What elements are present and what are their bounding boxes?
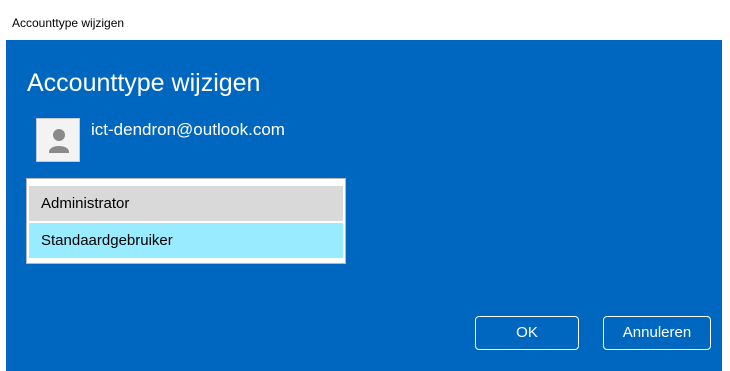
account-type-listbox[interactable]: Administrator Standaardgebruiker: [26, 178, 346, 264]
ok-button[interactable]: OK: [475, 316, 579, 350]
title-bar[interactable]: Accounttype wijzigen: [6, 6, 722, 40]
dialog-content: Accounttype wijzigen ict-dendron@outlook…: [6, 40, 722, 371]
window-title: Accounttype wijzigen: [12, 16, 125, 30]
cancel-button[interactable]: Annuleren: [603, 316, 711, 350]
option-standard-user[interactable]: Standaardgebruiker: [29, 223, 343, 258]
option-administrator[interactable]: Administrator: [29, 186, 343, 221]
dialog-heading: Accounttype wijzigen: [27, 69, 261, 97]
change-account-type-window: Accounttype wijzigen Accounttype wijzige…: [0, 0, 730, 371]
account-email: ict-dendron@outlook.com: [91, 120, 285, 139]
user-avatar-icon: [36, 118, 80, 162]
